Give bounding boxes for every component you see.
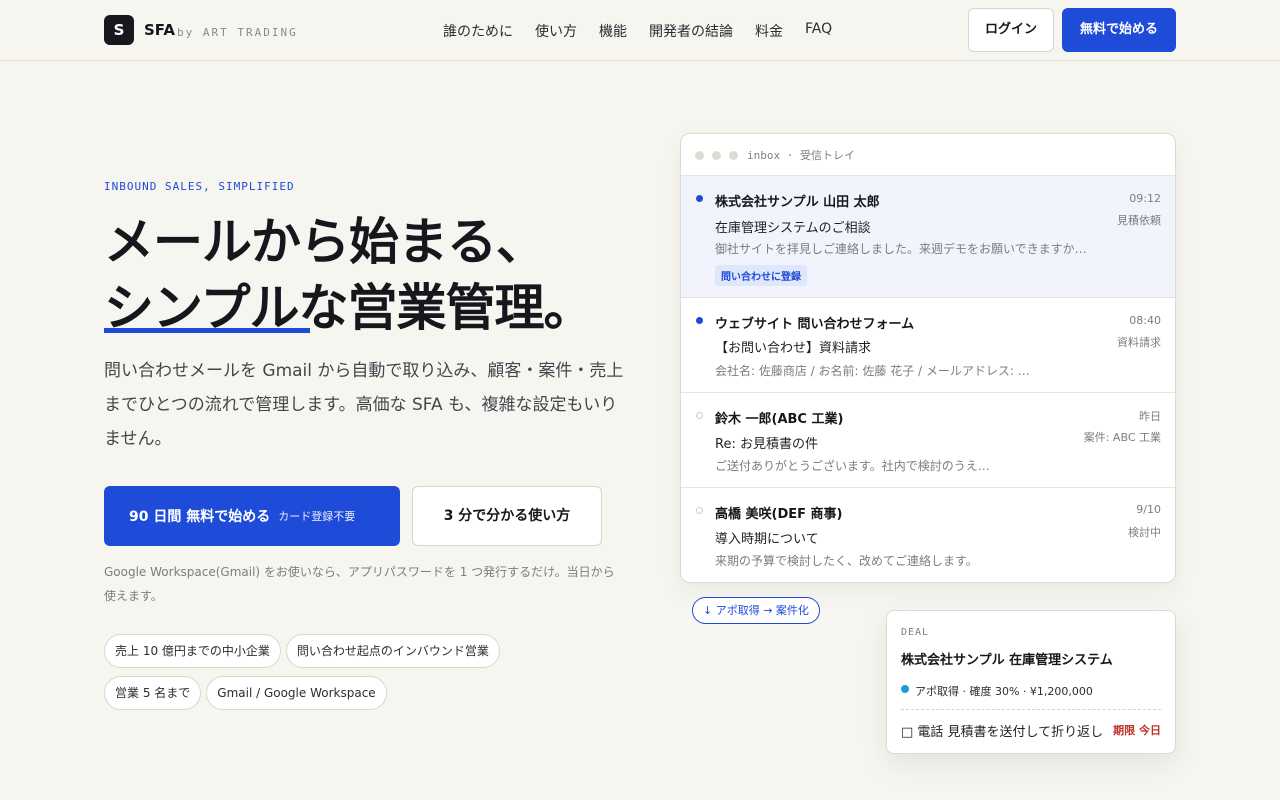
mail-item[interactable]: 株式会社サンプル 山田 太郎 在庫管理システムのご相談 御社サイトを拝見しご連絡… [681,176,1175,298]
mail-from: ウェブサイト 問い合わせフォーム [715,317,915,332]
start-trial-button[interactable]: 90 日間 無料で始める カード登録不要 [104,486,400,546]
window-dot-icon [695,151,704,160]
nav-item-pricing[interactable]: 料金 [755,21,783,41]
hero-eyebrow: INBOUND SALES, SIMPLIFIED [104,180,295,193]
mail-tag: 検討中 [1128,526,1161,539]
mail-subject: 【お問い合わせ】資料請求 [715,341,872,356]
deal-label: DEAL [901,627,930,638]
nav-item-who[interactable]: 誰のために [443,21,513,41]
mail-tag: 資料請求 [1117,336,1161,349]
start-trial-label: 90 日間 無料で始める [129,509,271,525]
site-header: S SFA by ART TRADING 誰のために 使い方 機能 開発者の結論… [0,0,1280,61]
mail-time: 9/10 [1136,503,1161,516]
mail-time: 09:12 [1129,192,1161,205]
mail-subject: 在庫管理システムのご相談 [715,221,871,236]
mail-preview: 御社サイトを拝見しご連絡しました。来週デモをお願いできますか… [715,242,1087,256]
mail-from: 鈴木 一郎(ABC 工業) [715,412,844,427]
chip-gmail: Gmail / Google Workspace [206,676,387,710]
deal-task[interactable]: □ 電話 見積書を送付して折り返し [901,721,1103,740]
main-nav: 誰のために 使い方 機能 開発者の結論 料金 FAQ [443,21,854,41]
mail-subject: Re: お見積書の件 [715,437,818,452]
mail-time: 昨日 [1139,410,1161,423]
login-button[interactable]: ログイン [968,8,1054,52]
window-dot-icon [712,151,721,160]
brand-name[interactable]: SFA [144,21,175,39]
mail-subject: 導入時期について [715,532,819,547]
how-to-button[interactable]: 3 分で分かる使い方 [412,486,602,546]
audience-chips: 売上 10 億円までの中小企業 問い合わせ起点のインバウンド営業 営業 5 名まで… [104,634,604,718]
inbox-title: inbox · 受信トレイ [747,149,855,162]
unread-dot-icon [696,317,703,324]
deal-name: 株式会社サンプル 在庫管理システム [901,653,1113,668]
logo-mark[interactable]: S [104,15,134,45]
mail-item[interactable]: 鈴木 一郎(ABC 工業) Re: お見積書の件 ご送付ありがとうございます。社… [681,393,1175,488]
mail-preview: 会社名: 佐藤商店 / お名前: 佐藤 花子 / メールアドレス: … [715,364,1030,378]
nav-item-how[interactable]: 使い方 [535,21,577,41]
mail-tag: 見積依頼 [1117,214,1161,227]
chip-revenue: 売上 10 億円までの中小企業 [104,634,281,668]
deal-status: アポ取得 · 確度 30% · ¥1,200,000 [915,685,1093,698]
mail-item[interactable]: 高橋 美咲(DEF 商事) 導入時期について 来期の予算で検討したく、改めてご連… [681,488,1175,582]
unread-dot-icon [696,195,703,202]
hero-title-line1: メールから始まる、 [104,213,546,271]
chip-inbound: 問い合わせ起点のインバウンド営業 [285,634,500,668]
inbox-mockup: inbox · 受信トレイ 株式会社サンプル 山田 太郎 在庫管理システムのご相… [680,133,1176,583]
hero-lede: 問い合わせメールを Gmail から自動で取り込み、顧客・案件・売上までひとつの… [104,361,624,449]
deal-divider [901,709,1161,710]
status-dot-icon [901,685,909,693]
mail-time: 08:40 [1129,314,1161,327]
read-dot-icon [696,507,703,514]
nav-item-features[interactable]: 機能 [599,21,627,41]
deal-due: 期限 今日 [1113,724,1161,737]
mail-preview: 来期の予算で検討したく、改めてご連絡します。 [715,554,978,568]
title-underline [104,328,310,333]
flow-pill: ↓ アポ取得 → 案件化 [692,597,820,624]
register-inquiry-badge[interactable]: 問い合わせに登録 [715,265,807,286]
nav-item-conclusion[interactable]: 開発者の結論 [649,21,733,41]
read-dot-icon [696,412,703,419]
mail-from: 高橋 美咲(DEF 商事) [715,507,843,522]
deal-card[interactable]: DEAL 株式会社サンプル 在庫管理システム アポ取得 · 確度 30% · ¥… [886,610,1176,754]
start-free-button[interactable]: 無料で始める [1062,8,1176,52]
mail-tag: 案件: ABC 工業 [1083,431,1161,444]
mail-preview: ご送付ありがとうございます。社内で検討のうえ… [715,459,990,473]
mail-item[interactable]: ウェブサイト 問い合わせフォーム 【お問い合わせ】資料請求 会社名: 佐藤商店 … [681,298,1175,393]
inbox-titlebar: inbox · 受信トレイ [681,134,1175,176]
setup-note: Google Workspace(Gmail) をお使いなら、アプリパスワードを… [104,565,615,603]
brand-byline: by ART TRADING [177,26,298,39]
window-dot-icon [729,151,738,160]
chip-team-size: 営業 5 名まで [104,676,202,710]
mail-from: 株式会社サンプル 山田 太郎 [715,195,880,210]
start-trial-sublabel: カード登録不要 [278,510,356,523]
nav-item-faq[interactable]: FAQ [805,21,832,41]
